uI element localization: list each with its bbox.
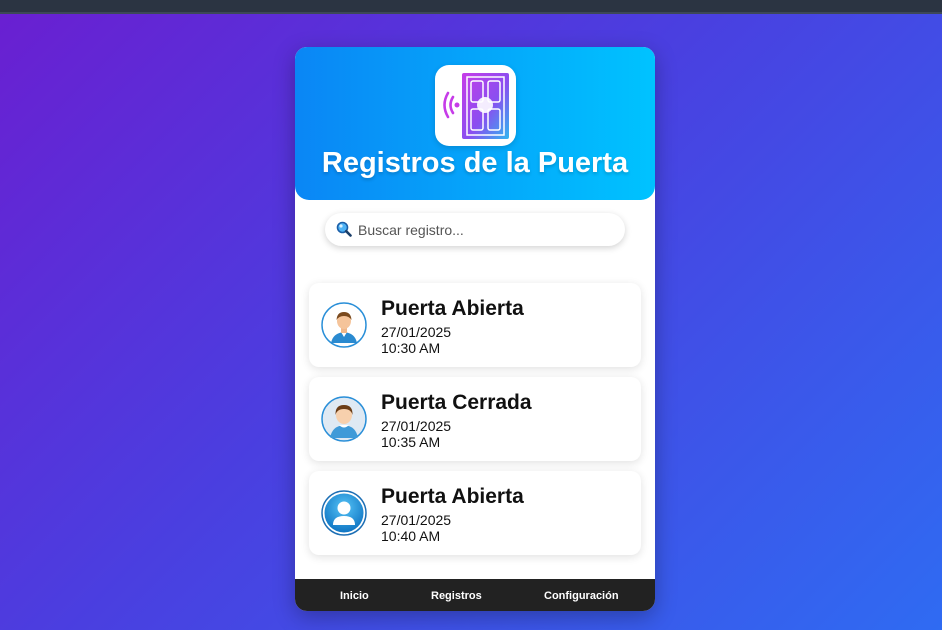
- search-icon: [336, 221, 352, 242]
- search-input[interactable]: [358, 213, 613, 246]
- record-time: 10:30 AM: [381, 340, 441, 356]
- door-wireless-icon: [435, 65, 516, 146]
- record-time: 10:40 AM: [381, 528, 441, 544]
- search-bar[interactable]: [325, 213, 625, 246]
- nav-configuracion[interactable]: Configuración: [544, 579, 619, 611]
- record-card[interactable]: Puerta Abierta 27/01/2025 10:40 AM: [309, 471, 641, 555]
- record-card[interactable]: Puerta Abierta 27/01/2025 10:30 AM: [309, 283, 641, 367]
- page-title: Registros de la Puerta: [321, 147, 629, 179]
- bottom-nav: Inicio Registros Configuración: [295, 579, 655, 611]
- app-container: Registros de la Puerta Puerta Abierta 27…: [295, 47, 655, 611]
- record-title: Puerta Abierta: [381, 297, 524, 320]
- record-date: 27/01/2025: [381, 324, 452, 340]
- record-date: 27/01/2025: [381, 418, 452, 434]
- browser-top-bar: [0, 0, 942, 14]
- nav-registros[interactable]: Registros: [431, 579, 482, 611]
- boy-avatar-icon: [321, 396, 367, 442]
- record-title: Puerta Cerrada: [381, 391, 532, 414]
- record-date: 27/01/2025: [381, 512, 452, 528]
- record-card[interactable]: Puerta Cerrada 27/01/2025 10:35 AM: [309, 377, 641, 461]
- man-avatar-icon: [321, 302, 367, 348]
- header: Registros de la Puerta: [295, 47, 655, 200]
- record-title: Puerta Abierta: [381, 485, 524, 508]
- generic-user-icon: [321, 490, 367, 536]
- record-time: 10:35 AM: [381, 434, 441, 450]
- nav-inicio[interactable]: Inicio: [340, 579, 369, 611]
